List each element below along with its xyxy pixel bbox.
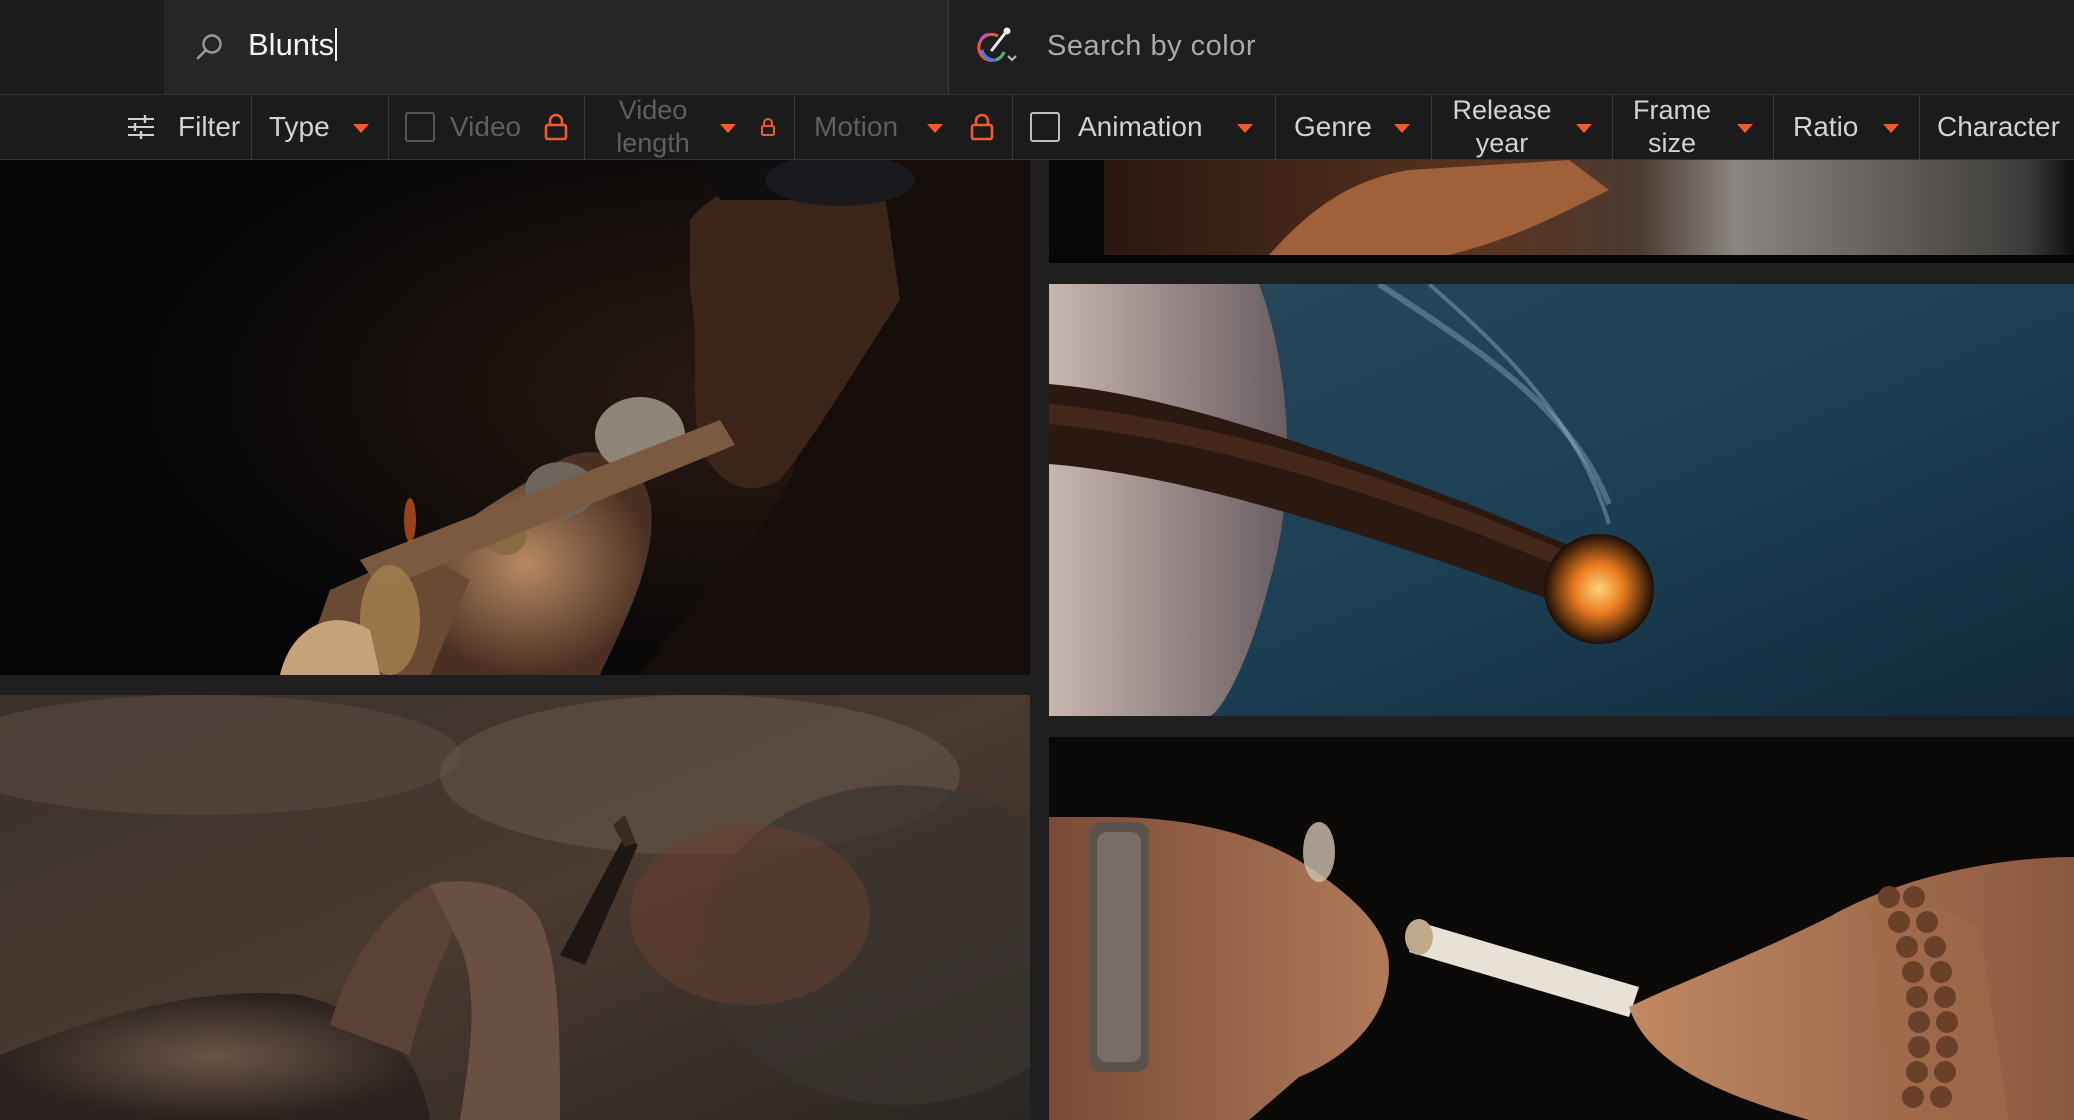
filter-button[interactable]: Filter	[0, 95, 252, 159]
result-thumbnail[interactable]	[1049, 737, 2074, 1120]
results-grid	[0, 160, 2074, 1120]
filter-label: Filter	[178, 111, 241, 142]
chevron-down-icon	[1883, 124, 1899, 133]
image-thumbnail	[1049, 160, 2074, 263]
type-dropdown[interactable]: Type	[252, 95, 389, 159]
result-thumbnail[interactable]	[1049, 284, 2074, 716]
lock-icon	[970, 113, 994, 141]
video-checkbox[interactable]	[405, 112, 435, 142]
top-bar: Blunts Search by color	[0, 0, 2074, 94]
search-query[interactable]: Blunts	[248, 27, 338, 63]
chevron-down-icon	[1737, 124, 1753, 133]
motion-label: Motion	[814, 111, 899, 142]
chevron-down-icon	[1237, 124, 1253, 133]
frame-size-label: Frame size	[1632, 95, 1711, 158]
image-thumbnail	[0, 695, 1030, 1120]
image-thumbnail	[1049, 737, 2074, 1120]
ratio-dropdown[interactable]: Ratio	[1774, 95, 1920, 159]
ratio-label: Ratio	[1793, 111, 1859, 142]
frame-size-dropdown[interactable]: Frame size	[1613, 95, 1774, 159]
lock-icon	[761, 118, 775, 136]
color-picker-icon[interactable]	[970, 24, 1026, 68]
color-search-placeholder: Search by color	[1047, 30, 1256, 62]
chevron-down-icon	[1576, 124, 1592, 133]
sliders-icon	[128, 115, 154, 139]
animation-checkbox[interactable]	[1030, 112, 1060, 142]
text-caret	[335, 28, 338, 61]
genre-label: Genre	[1294, 111, 1372, 142]
image-thumbnail	[1049, 284, 2074, 716]
search-icon	[196, 34, 222, 60]
chevron-down-icon	[353, 124, 369, 133]
video-length-label: Video length	[616, 95, 690, 158]
motion-dropdown[interactable]: Motion	[795, 95, 1013, 159]
filter-bar: Filter Type Video Video length Motion An…	[0, 94, 2074, 160]
chevron-down-icon	[720, 124, 736, 133]
character-dropdown[interactable]: Character	[1920, 95, 2074, 159]
video-label: Video	[450, 111, 522, 142]
release-year-dropdown[interactable]: Release year	[1432, 95, 1613, 159]
lock-icon	[544, 113, 568, 141]
release-year-label: Release year	[1452, 95, 1552, 158]
color-search[interactable]: Search by color	[950, 0, 2074, 94]
chevron-down-icon	[927, 124, 943, 133]
result-thumbnail[interactable]	[1049, 160, 2074, 263]
search-input[interactable]: Blunts	[167, 0, 949, 94]
genre-dropdown[interactable]: Genre	[1276, 95, 1432, 159]
result-thumbnail[interactable]	[0, 160, 1030, 675]
character-label: Character	[1937, 111, 2060, 142]
logo-area[interactable]	[0, 0, 166, 94]
result-thumbnail[interactable]	[0, 695, 1030, 1120]
animation-label: Animation	[1078, 111, 1203, 142]
video-filter[interactable]: Video	[389, 95, 585, 159]
video-length-dropdown[interactable]: Video length	[585, 95, 795, 159]
image-thumbnail	[0, 160, 1030, 675]
type-label: Type	[269, 111, 330, 142]
animation-filter[interactable]: Animation	[1013, 95, 1276, 159]
chevron-down-icon	[1394, 124, 1410, 133]
